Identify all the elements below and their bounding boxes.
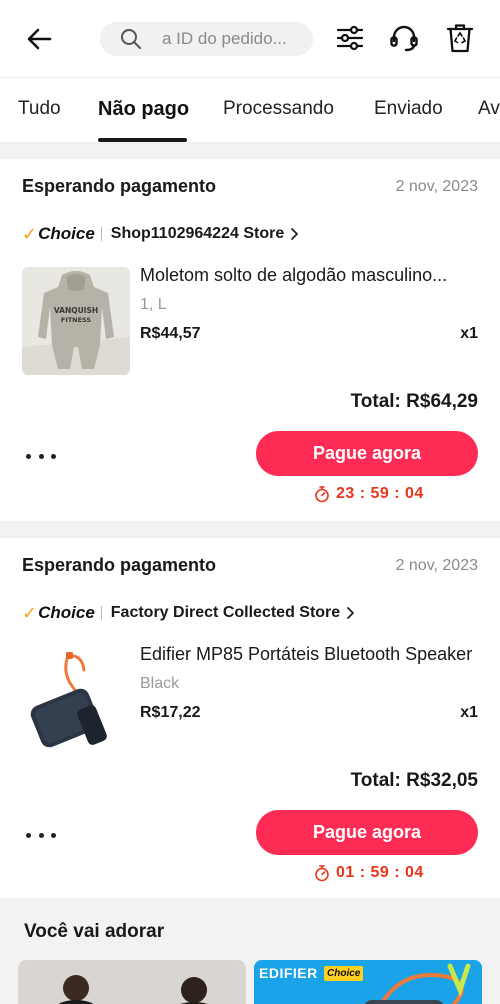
product-title[interactable]: Edifier MP85 Portáteis Bluetooth Speaker — [140, 644, 478, 665]
back-button[interactable] — [22, 22, 56, 56]
order-status: Esperando pagamento — [22, 176, 217, 196]
choice-label: Choice — [38, 603, 95, 622]
recommendation-card[interactable] — [18, 960, 246, 1004]
choice-badge: Choice — [324, 966, 364, 981]
divider — [100, 606, 102, 620]
more-options-button[interactable] — [26, 825, 56, 845]
store-link[interactable]: ✓ Choice Shop1102964224 Store — [22, 223, 300, 245]
recycle-bin-button[interactable] — [442, 20, 478, 56]
pay-now-button[interactable]: Pague agora — [256, 810, 478, 855]
choice-badge: ✓ Choice — [22, 224, 95, 245]
recommendations-section: Você vai adorar EDIFIER Choice — [0, 900, 500, 1004]
more-options-button[interactable] — [26, 446, 56, 466]
support-button[interactable] — [386, 20, 422, 56]
dot — [38, 453, 44, 459]
search-input[interactable] — [162, 29, 302, 49]
order-card: Esperando pagamento 2 nov, 2023 ✓ Choice… — [0, 159, 500, 521]
store-name: Factory Direct Collected Store — [110, 604, 341, 621]
product-quantity: x1 — [460, 325, 478, 342]
check-icon: ✓ — [22, 602, 38, 623]
svg-text:FITNESS: FITNESS — [61, 316, 92, 324]
store-name: Shop1102964224 Store — [110, 225, 285, 242]
product-price: R$17,22 — [140, 704, 201, 721]
choice-label: Choice — [38, 224, 95, 243]
chevron-right-icon — [290, 227, 300, 241]
dot — [26, 453, 31, 459]
order-date: 2 nov, 2023 — [395, 178, 478, 195]
section-title: Você vai adorar — [24, 921, 165, 942]
product-title[interactable]: Moletom solto de algodão masculino... — [140, 265, 478, 286]
check-icon: ✓ — [22, 223, 38, 244]
tab-processing[interactable]: Processando — [223, 98, 334, 120]
countdown-text: 01 : 59 : 04 — [336, 864, 424, 881]
pay-now-button[interactable]: Pague agora — [256, 431, 478, 476]
top-bar — [0, 0, 500, 78]
dot — [51, 832, 56, 838]
stopwatch-icon — [315, 486, 329, 503]
divider — [100, 227, 102, 241]
payment-countdown: 01 : 59 : 04 — [314, 864, 424, 882]
brand-label: EDIFIER — [259, 965, 318, 981]
tab-all[interactable]: Tudo — [18, 98, 61, 120]
stopwatch-icon — [315, 865, 329, 882]
order-total: Total: R$32,05 — [350, 770, 478, 791]
product-price: R$44,57 — [140, 325, 201, 342]
recommendation-card[interactable]: EDIFIER Choice — [254, 960, 482, 1004]
order-total: Total: R$64,29 — [350, 391, 478, 412]
search-bar[interactable] — [100, 22, 313, 56]
tab-unpaid[interactable]: Não pago — [98, 98, 189, 121]
dot — [38, 832, 44, 838]
product-variant: Black — [140, 675, 180, 692]
sliders-icon — [336, 25, 364, 51]
order-card: Esperando pagamento 2 nov, 2023 ✓ Choice… — [0, 538, 500, 898]
countdown-text: 23 : 59 : 04 — [336, 485, 424, 502]
product-variant: 1, L — [140, 296, 167, 313]
dot — [26, 832, 31, 838]
product-quantity: x1 — [460, 704, 478, 721]
store-link[interactable]: ✓ Choice Factory Direct Collected Store — [22, 602, 356, 624]
tab-review[interactable]: Av — [478, 98, 500, 120]
order-tabs: Tudo Não pago Processando Enviado Av — [0, 78, 500, 142]
search-icon — [120, 28, 142, 50]
product-image[interactable] — [22, 646, 130, 754]
arrow-left-icon — [27, 28, 52, 50]
dot — [51, 453, 56, 459]
product-image[interactable]: VANQUISH FITNESS — [22, 267, 130, 375]
svg-text:VANQUISH: VANQUISH — [54, 306, 98, 315]
recycle-bin-icon — [446, 24, 474, 53]
headset-icon — [390, 25, 418, 52]
tab-shipped[interactable]: Enviado — [374, 98, 443, 120]
order-date: 2 nov, 2023 — [395, 557, 478, 574]
order-status: Esperando pagamento — [22, 555, 217, 575]
choice-badge: ✓ Choice — [22, 603, 95, 624]
chevron-right-icon — [346, 606, 356, 620]
filter-button[interactable] — [332, 20, 368, 56]
active-tab-indicator — [98, 138, 187, 142]
payment-countdown: 23 : 59 : 04 — [314, 485, 424, 503]
